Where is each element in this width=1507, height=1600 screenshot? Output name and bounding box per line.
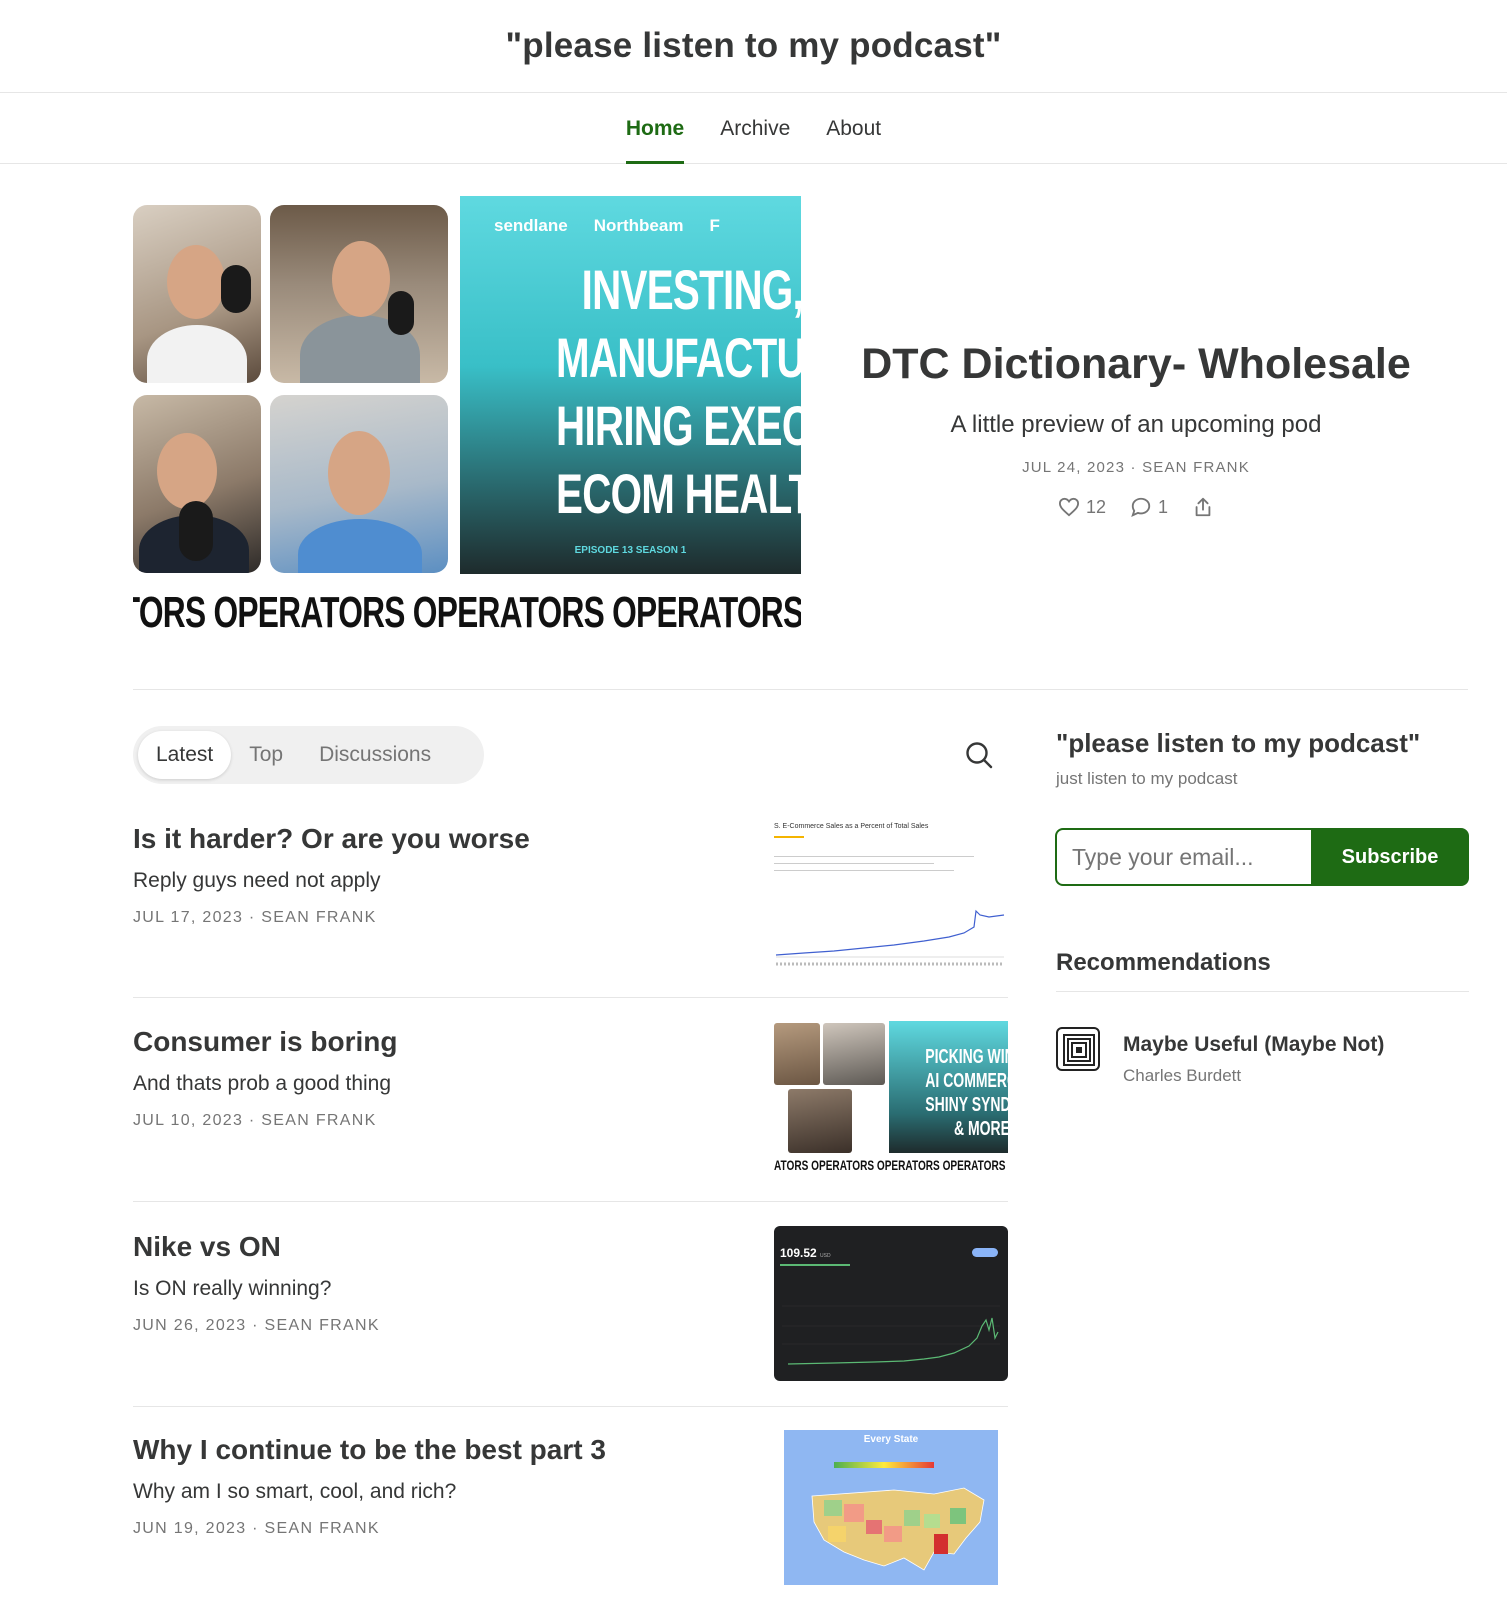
tab-top[interactable]: Top — [231, 731, 301, 779]
post-thumbnail[interactable]: 109.52 USD — [774, 1226, 1008, 1381]
post-tabs: Latest Top Discussions — [133, 726, 484, 784]
cohost-photo — [788, 1089, 852, 1153]
comment-button[interactable]: 1 — [1130, 496, 1168, 518]
guest-photo — [823, 1023, 885, 1085]
guest2-photo — [270, 395, 448, 573]
subscribe-form: Subscribe — [1055, 828, 1469, 886]
episode-promo: sendlane Northbeam F INVESTING, MANUFACT… — [460, 196, 801, 574]
chart-legend-swatch — [774, 836, 804, 838]
promo-line: PICKING WINNER — [925, 1046, 1008, 1068]
post-divider — [133, 997, 1008, 998]
sidebar-description: just listen to my podcast — [1056, 769, 1238, 788]
operators-banner: ATORS OPERATORS OPERATORS OPERATORS OPER… — [133, 588, 801, 634]
like-count: 12 — [1085, 496, 1106, 517]
search-button[interactable] — [964, 740, 994, 770]
text-line — [774, 870, 954, 871]
featured-post: DTC Dictionary- Wholesale A little previ… — [846, 340, 1426, 518]
promo-line: MANUFACTURING — [556, 326, 801, 389]
post-divider — [133, 1406, 1008, 1407]
operators-text: ATORS OPERATORS OPERATORS OPERATORS OPER… — [774, 1157, 1008, 1173]
share-button[interactable] — [1192, 496, 1214, 518]
recommendations-divider — [1056, 991, 1469, 992]
post-thumbnail[interactable]: PICKING WINNER AI COMMERCE, SHINY SYNDRO… — [774, 1021, 1008, 1176]
promo-headline: INVESTING, MANUFACTURING HIRING EXECUTIV… — [460, 256, 801, 528]
comment-count: 1 — [1158, 496, 1169, 517]
nav-about[interactable]: About — [826, 93, 881, 164]
featured-title[interactable]: DTC Dictionary- Wholesale — [846, 340, 1426, 389]
hero-image[interactable]: sendlane Northbeam F INVESTING, MANUFACT… — [133, 196, 801, 638]
episode-label: EPISODE 13 SEASON 1 — [574, 545, 687, 556]
thumbnail-stock-chart — [782, 1305, 1000, 1365]
site-title[interactable]: "please listen to my podcast" — [505, 26, 1001, 66]
recommendation-item[interactable]: Maybe Useful (Maybe Not) Charles Burdett — [1056, 1027, 1469, 1087]
promo-line: AI COMMERCE, — [925, 1070, 1008, 1092]
sponsor-northbeam: Northbeam — [593, 216, 684, 235]
operators-banner: ATORS OPERATORS OPERATORS OPERATORS OPER… — [774, 1157, 1008, 1175]
thumbnail-line-chart — [775, 909, 1005, 966]
promo-line: INVESTING, — [581, 258, 801, 321]
promo-line: & MORE — [954, 1118, 1008, 1140]
featured-actions: 12 1 — [846, 496, 1426, 518]
featured-meta: JUL 24, 2023 · SEAN FRANK — [1022, 459, 1250, 476]
sponsor-f: F — [709, 216, 720, 235]
recommendation-name[interactable]: Maybe Useful (Maybe Not) — [1123, 1033, 1384, 1057]
nav-archive[interactable]: Archive — [720, 93, 790, 164]
cohost-photo — [133, 395, 261, 573]
post-thumbnail[interactable]: S. E-Commerce Sales as a Percent of Tota… — [774, 821, 1008, 971]
promo-line: HIRING EXECUTIVE — [556, 394, 801, 457]
thumbnail-caption: S. E-Commerce Sales as a Percent of Tota… — [774, 823, 929, 830]
publication-logo — [1056, 1027, 1100, 1071]
heart-icon — [1058, 497, 1079, 517]
guest-photo — [270, 205, 448, 383]
section-divider — [133, 689, 1468, 690]
subscribe-button[interactable]: Subscribe — [1311, 828, 1469, 886]
operators-text: ATORS OPERATORS OPERATORS OPERATORS OPER… — [133, 588, 801, 634]
featured-subtitle: A little preview of an upcoming pod — [950, 411, 1322, 438]
sidebar-title: "please listen to my podcast" — [1056, 728, 1421, 758]
text-line — [774, 863, 934, 864]
tab-discussions[interactable]: Discussions — [301, 731, 449, 779]
post-divider — [133, 1201, 1008, 1202]
post-thumbnail[interactable]: Every State — [784, 1430, 998, 1585]
us-map — [811, 1487, 985, 1571]
host-photo — [774, 1023, 820, 1085]
like-button[interactable]: 12 — [1058, 497, 1106, 518]
tab-latest[interactable]: Latest — [138, 731, 232, 779]
site-header: "please listen to my podcast" — [0, 0, 1507, 93]
sponsor-sendlane: sendlane — [494, 216, 568, 235]
sponsor-logos: sendlane Northbeam F — [494, 216, 720, 236]
nav-home[interactable]: Home — [625, 93, 685, 164]
share-icon — [1195, 497, 1211, 517]
recommendation-author: Charles Burdett — [1123, 1066, 1242, 1085]
main-nav: Home Archive About — [0, 93, 1507, 164]
comment-icon — [1131, 497, 1151, 517]
email-field[interactable] — [1055, 828, 1311, 886]
promo-line: SHINY SYNDROM — [925, 1094, 1008, 1116]
text-line — [774, 856, 974, 857]
search-icon — [966, 742, 993, 769]
recommendations-heading: Recommendations — [1056, 949, 1271, 976]
episode-promo: PICKING WINNER AI COMMERCE, SHINY SYNDRO… — [889, 1021, 1008, 1153]
promo-line: ECOM HEALTH — [556, 462, 801, 525]
host-photo — [133, 205, 261, 383]
